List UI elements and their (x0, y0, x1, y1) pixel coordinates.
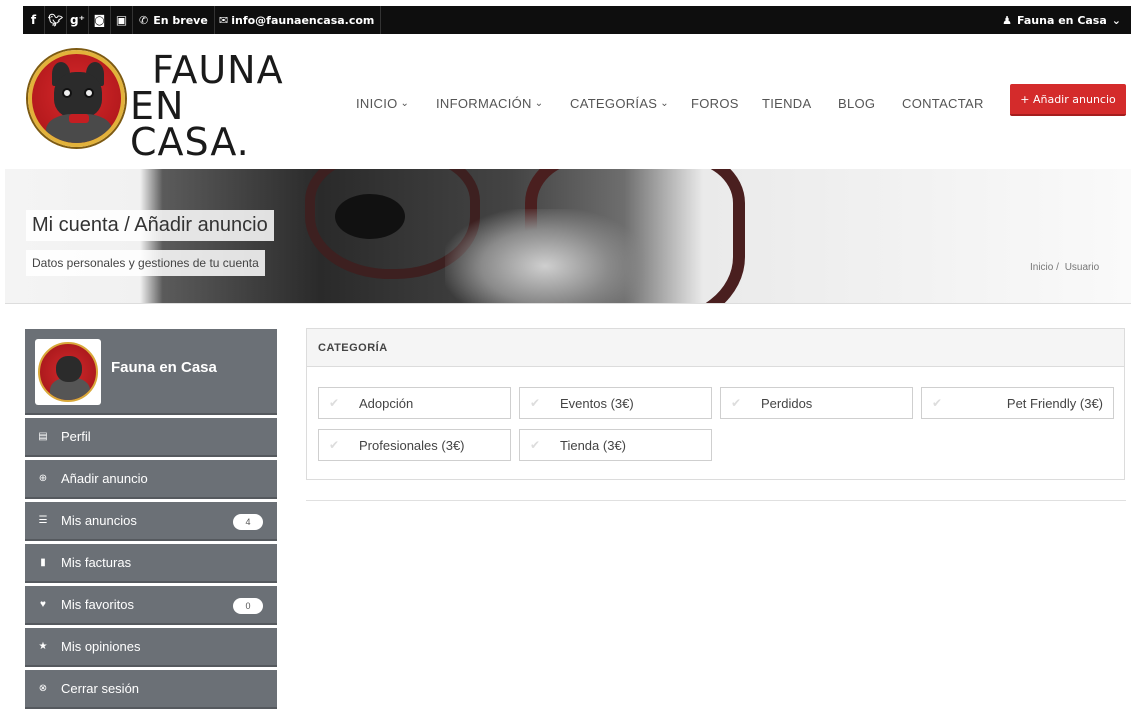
nav-contactar[interactable]: CONTACTAR (902, 93, 984, 113)
category-option-perdidos[interactable]: ✔ Perdidos (720, 387, 913, 419)
category-option-eventos[interactable]: ✔ Eventos (3€) (519, 387, 712, 419)
category-option-adopcion[interactable]: ✔ Adopción (318, 387, 511, 419)
category-label: Pet Friendly (3€) (1006, 395, 1103, 411)
email-label: info@faunaencasa.com (231, 13, 375, 27)
category-label: Perdidos (761, 395, 813, 411)
count-badge: 0 (233, 598, 263, 614)
category-label: Eventos (3€) (560, 395, 634, 411)
chevron-down-icon: ⌄ (660, 97, 669, 109)
logo-line2: EN CASA. (130, 84, 250, 164)
close-circle-icon: ⊗ (38, 683, 48, 694)
sidebar-item-label: Perfil (61, 429, 91, 444)
profile-name: Fauna en Casa (111, 359, 217, 376)
sidebar-item-mis-opiniones[interactable]: ★ Mis opiniones (25, 628, 277, 667)
nav-blog[interactable]: BLOG (838, 93, 875, 113)
check-icon: ✔ (530, 396, 541, 410)
category-label: Adopción (359, 395, 414, 411)
nav-label: INICIO (356, 95, 398, 111)
sidebar-item-cerrar-sesion[interactable]: ⊗ Cerrar sesión (25, 670, 277, 709)
category-option-tienda[interactable]: ✔ Tienda (3€) (519, 429, 712, 461)
nav-label: CATEGORÍAS (570, 95, 658, 111)
page-subtitle: Datos personales y gestiones de tu cuent… (26, 250, 265, 276)
chevron-down-icon: ⌄ (534, 97, 544, 109)
nav-label: CONTACTAR (902, 95, 984, 111)
check-icon: ✔ (329, 396, 340, 410)
nav-label: BLOG (838, 95, 876, 111)
page-title: Mi cuenta / Añadir anuncio (26, 210, 274, 241)
sidebar-item-label: Mis favoritos (61, 597, 134, 612)
avatar[interactable] (35, 339, 101, 405)
chevron-down-icon: ⌄ (400, 97, 410, 109)
count-badge: 4 (233, 514, 263, 530)
profile-card: Fauna en Casa (25, 329, 277, 415)
nav-informacion[interactable]: INFORMACIÓN ⌄ (436, 93, 543, 113)
sidebar-item-label: Mis anuncios (61, 513, 137, 528)
email-link[interactable]: ✉ info@faunaencasa.com (213, 6, 382, 34)
envelope-icon: ✉ (219, 13, 229, 27)
nav-label: INFORMACIÓN (436, 95, 532, 111)
nav-inicio[interactable]: INICIO ⌄ (356, 93, 409, 113)
user-icon: ♟ (1002, 13, 1012, 27)
category-label: Tienda (3€) (560, 437, 626, 453)
logo-dog-bow (69, 114, 89, 123)
logo-line1: FAUNA (152, 48, 284, 92)
user-label: Fauna en Casa (1016, 13, 1107, 27)
check-icon: ✔ (932, 396, 943, 410)
sidebar-item-mis-anuncios[interactable]: ☰ Mis anuncios 4 (25, 502, 277, 541)
account-sidebar: Fauna en Casa ▤ Perfil ⊕ Añadir anuncio … (25, 329, 277, 709)
category-panel: CATEGORÍA ✔ Adopción ✔ Eventos (3€) ✔ Pe… (306, 328, 1125, 480)
sidebar-item-mis-favoritos[interactable]: ♥ Mis favoritos 0 (25, 586, 277, 625)
phone-icon: ✆ (139, 13, 149, 27)
logo-dog-eye (62, 88, 72, 98)
banner-dog-fur (445, 209, 645, 303)
phone-label: En breve (153, 13, 208, 27)
star-icon: ★ (38, 641, 48, 652)
sidebar-item-label: Cerrar sesión (61, 681, 140, 696)
add-listing-button[interactable]: + Añadir anuncio (1010, 84, 1126, 116)
sidebar-item-perfil[interactable]: ▤ Perfil (25, 418, 277, 457)
category-option-pet-friendly[interactable]: ✔ Pet Friendly (3€) (921, 387, 1114, 419)
list-icon: ☰ (38, 515, 48, 526)
breadcrumb-current: Usuario (1064, 262, 1100, 273)
sidebar-item-label: Mis facturas (61, 555, 132, 570)
profile-icon: ▤ (38, 431, 48, 442)
breadcrumb: Inicio / Usuario (1030, 262, 1102, 273)
twitter-icon[interactable]: 🐦︎ (45, 6, 67, 34)
avatar-image (38, 342, 98, 402)
category-option-profesionales[interactable]: ✔ Profesionales (3€) (318, 429, 511, 461)
sidebar-item-mis-facturas[interactable]: ▮ Mis facturas (25, 544, 277, 583)
phone-link[interactable]: ✆ En breve (133, 6, 215, 34)
logo-dog-eye (84, 88, 94, 98)
logo-dog-head (54, 72, 102, 118)
panel-header: CATEGORÍA (307, 329, 1124, 367)
breadcrumb-home[interactable]: Inicio / (1030, 262, 1059, 273)
logo-image[interactable] (28, 50, 125, 147)
check-icon: ✔ (731, 396, 742, 410)
sidebar-item-anadir-anuncio[interactable]: ⊕ Añadir anuncio (25, 460, 277, 499)
nav-tienda[interactable]: TIENDA (762, 93, 811, 113)
google-plus-icon[interactable]: g⁺ (67, 6, 89, 34)
check-icon: ✔ (329, 438, 340, 452)
user-menu[interactable]: ♟ Fauna en Casa ⌄ (1002, 6, 1121, 34)
facebook-icon[interactable]: f (23, 6, 45, 34)
chevron-down-icon: ⌄ (1111, 13, 1121, 27)
avatar-dog-head (56, 356, 82, 382)
sidebar-item-label: Añadir anuncio (61, 471, 148, 486)
invoice-icon: ▮ (40, 557, 46, 568)
sidebar-item-label: Mis opiniones (61, 639, 141, 654)
heart-icon: ♥ (40, 599, 46, 610)
nav-label: TIENDA (762, 95, 812, 111)
category-label: Profesionales (3€) (359, 437, 465, 453)
content-divider (306, 500, 1126, 501)
nav-foros[interactable]: FOROS (691, 93, 739, 113)
nav-categorias[interactable]: CATEGORÍAS ⌄ (570, 93, 669, 113)
check-icon: ✔ (530, 438, 541, 452)
plus-circle-icon: ⊕ (38, 473, 48, 484)
nav-label: FOROS (691, 95, 739, 111)
youtube-icon[interactable]: ▣ (111, 6, 133, 34)
instagram-icon[interactable]: ◙ (89, 6, 111, 34)
top-bar: f 🐦︎ g⁺ ◙ ▣ ✆ En breve ✉ info@faunaencas… (23, 6, 1131, 34)
